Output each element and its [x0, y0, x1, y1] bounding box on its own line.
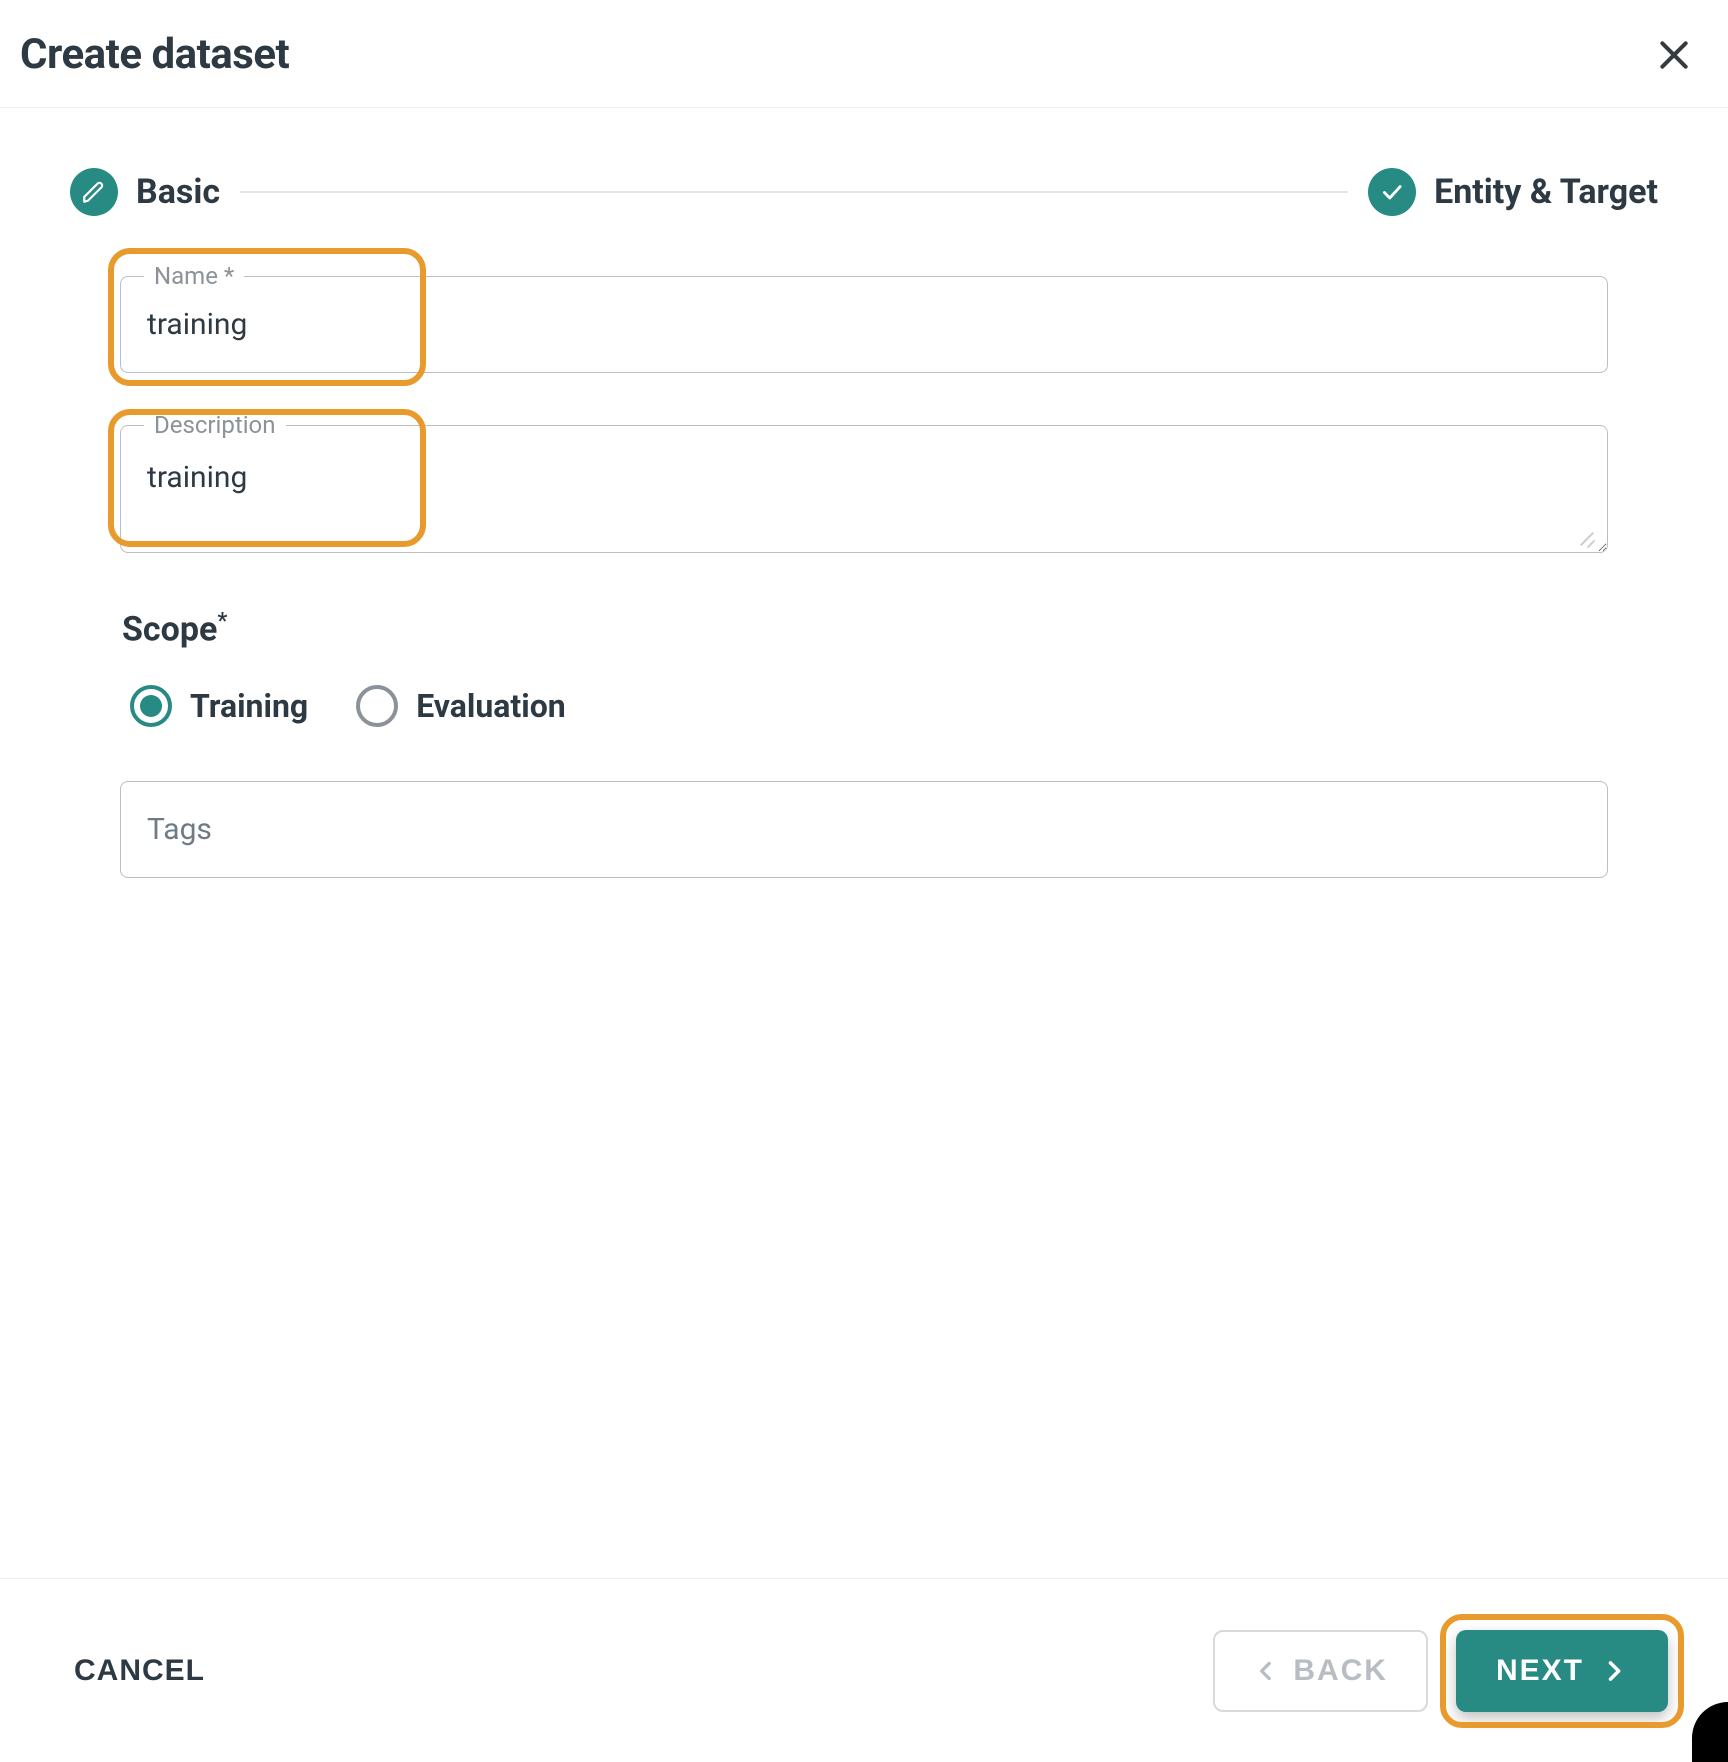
dialog-footer: CANCEL BACK NEXT	[0, 1578, 1728, 1762]
name-input[interactable]	[120, 276, 1608, 373]
footer-actions: BACK NEXT	[1213, 1630, 1668, 1712]
step-connector	[240, 191, 1348, 193]
next-label: NEXT	[1496, 1654, 1584, 1688]
name-label: Name *	[144, 262, 244, 290]
step-entity-target[interactable]: Entity & Target	[1368, 168, 1658, 216]
next-button-wrap: NEXT	[1456, 1630, 1668, 1712]
step-label: Entity & Target	[1434, 172, 1658, 212]
scope-radio-training[interactable]: Training	[130, 685, 308, 727]
description-label: Description	[144, 411, 286, 439]
tags-field-wrap	[120, 781, 1608, 878]
tags-input[interactable]	[120, 781, 1608, 878]
required-asterisk: *	[217, 609, 227, 634]
step-badge	[1368, 168, 1416, 216]
scope-radio-group: Training Evaluation	[130, 685, 1608, 727]
dialog-header: Create dataset	[0, 0, 1728, 108]
step-basic[interactable]: Basic	[70, 168, 220, 216]
radio-icon	[356, 685, 398, 727]
close-icon	[1654, 35, 1694, 75]
chevron-left-icon	[1253, 1658, 1279, 1684]
check-icon	[1379, 179, 1405, 205]
dialog-content: Basic Entity & Target Name * Description…	[0, 108, 1728, 878]
scope-radio-evaluation[interactable]: Evaluation	[356, 685, 566, 727]
next-button[interactable]: NEXT	[1456, 1630, 1668, 1712]
chevron-right-icon	[1600, 1657, 1628, 1685]
scope-title-text: Scope	[122, 609, 217, 649]
back-label: BACK	[1293, 1654, 1388, 1688]
cancel-button[interactable]: CANCEL	[68, 1653, 211, 1689]
step-label: Basic	[136, 172, 220, 212]
description-input[interactable]	[120, 425, 1608, 553]
scope-title: Scope*	[122, 609, 1608, 649]
radio-icon	[130, 685, 172, 727]
name-field-wrap: Name *	[120, 276, 1608, 373]
description-field-wrap: Description	[120, 425, 1608, 557]
back-button[interactable]: BACK	[1213, 1630, 1428, 1712]
pencil-icon	[81, 179, 107, 205]
radio-label: Evaluation	[416, 687, 566, 725]
close-button[interactable]	[1650, 31, 1698, 79]
form: Name * Description Scope* Training Evalu…	[70, 216, 1658, 878]
stepper: Basic Entity & Target	[70, 168, 1658, 216]
step-badge	[70, 168, 118, 216]
dialog-title: Create dataset	[20, 30, 289, 79]
radio-label: Training	[190, 687, 308, 725]
